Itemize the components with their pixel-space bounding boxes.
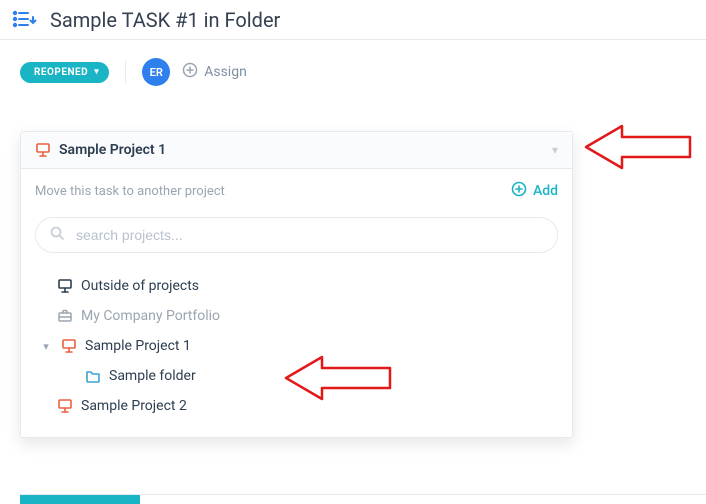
status-label: REOPENED <box>34 67 88 78</box>
avatar[interactable]: ER <box>142 58 170 86</box>
search-icon <box>49 225 65 245</box>
panel-subtitle: Move this task to another project <box>35 184 225 199</box>
project-picker-panel: Sample Project 1 ▾ Move this task to ano… <box>20 131 573 438</box>
project-icon <box>57 278 73 294</box>
panel-subheader: Move this task to another project Add <box>21 169 572 207</box>
tree-item-label: Sample Project 2 <box>81 398 187 414</box>
project-icon <box>57 398 73 414</box>
tree-item-project-2[interactable]: Sample Project 2 <box>29 391 564 421</box>
search-input[interactable] <box>35 217 558 253</box>
task-toolbar: REOPENED ▾ ER Assign <box>0 40 706 100</box>
tree-item-label: Sample Project 1 <box>85 338 191 354</box>
folder-icon <box>85 368 101 384</box>
panel-header[interactable]: Sample Project 1 ▾ <box>21 132 572 169</box>
tree-item-label: Outside of projects <box>81 278 199 294</box>
chevron-down-icon: ▾ <box>94 67 99 77</box>
assign-button[interactable]: Assign <box>182 62 247 82</box>
divider <box>125 61 126 83</box>
project-tree: Outside of projects My Company Portfolio… <box>21 267 572 437</box>
search-wrap <box>21 207 572 267</box>
add-button[interactable]: Add <box>511 181 558 201</box>
tree-item-outside[interactable]: Outside of projects <box>29 271 564 301</box>
tree-item-portfolio[interactable]: My Company Portfolio <box>29 301 564 331</box>
bottom-tabs <box>20 494 706 504</box>
chevron-down-icon: ▾ <box>552 143 558 157</box>
active-tab-indicator[interactable] <box>20 495 140 504</box>
panel-title: Sample Project 1 <box>59 142 166 158</box>
status-dropdown[interactable]: REOPENED ▾ <box>20 62 109 83</box>
subtasks-icon[interactable] <box>12 10 38 30</box>
assign-label: Assign <box>204 64 247 80</box>
tree-item-project-1[interactable]: ▾ Sample Project 1 <box>29 331 564 361</box>
task-title[interactable]: Sample TASK #1 in Folder <box>50 8 280 32</box>
project-icon <box>61 338 77 354</box>
tree-item-sample-folder[interactable]: Sample folder <box>29 361 564 391</box>
avatar-initials: ER <box>150 66 163 79</box>
tree-item-label: Sample folder <box>109 368 196 384</box>
add-label: Add <box>533 183 558 199</box>
top-bar: Sample TASK #1 in Folder <box>0 0 706 40</box>
plus-circle-icon <box>511 181 527 201</box>
plus-circle-icon <box>182 62 198 82</box>
project-icon <box>35 142 51 158</box>
tree-item-label: My Company Portfolio <box>81 308 220 324</box>
briefcase-icon <box>57 308 73 324</box>
chevron-down-icon[interactable]: ▾ <box>39 340 53 353</box>
annotation-arrow <box>582 122 692 172</box>
